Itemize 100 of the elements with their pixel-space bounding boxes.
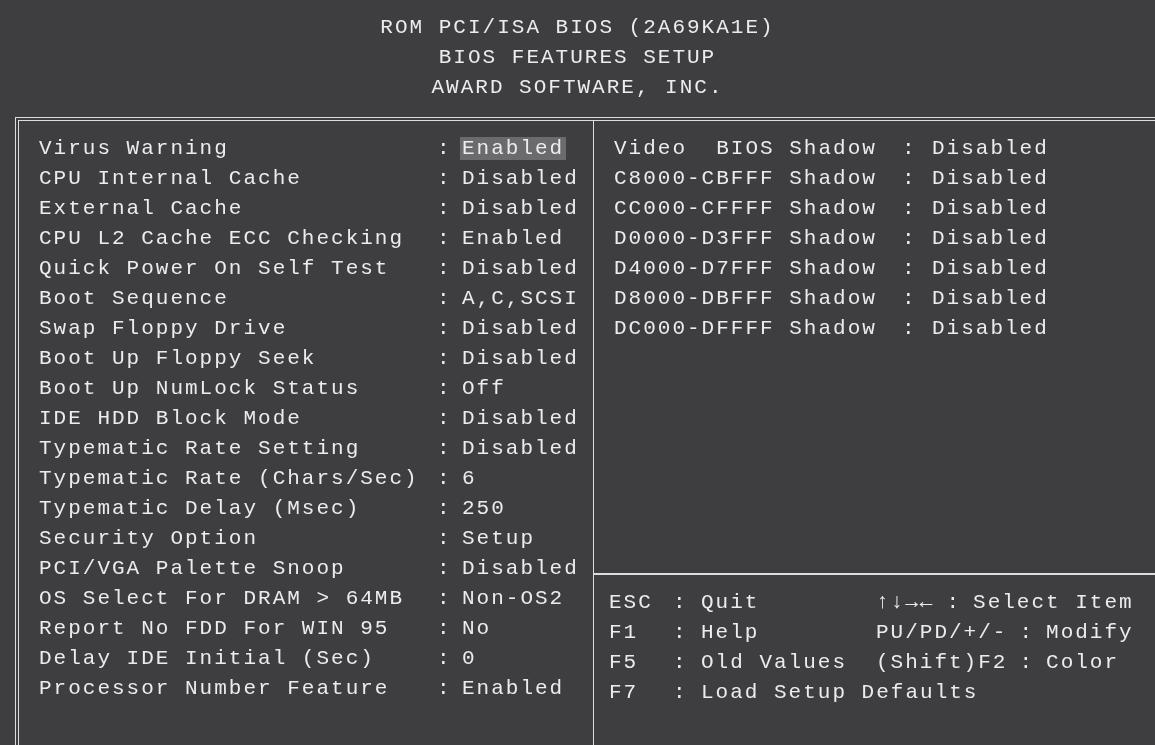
setting-value[interactable]: A,C,SCSI — [460, 286, 581, 310]
separator: : — [673, 650, 689, 674]
setting-value[interactable]: Disabled — [930, 286, 1051, 310]
setting-label: Processor Number Feature — [39, 676, 391, 700]
setting-value[interactable]: Disabled — [930, 196, 1051, 220]
separator: : — [902, 316, 918, 340]
setting-label: CPU Internal Cache — [39, 166, 303, 190]
separator: : — [673, 620, 689, 644]
setting-label: IDE HDD Block Mode — [39, 406, 303, 430]
setting-value[interactable]: Enabled — [460, 136, 567, 160]
separator: : — [902, 286, 918, 310]
help-text: Select Item — [973, 590, 1134, 614]
help-text: Quit — [701, 590, 761, 614]
setting-value[interactable]: Disabled — [930, 166, 1051, 190]
key-label: PU/PD/+/- — [876, 620, 1008, 644]
setting-value[interactable]: No — [460, 616, 494, 640]
setting-value[interactable]: 6 — [460, 466, 479, 490]
separator: : — [673, 590, 689, 614]
setting-value[interactable]: Off — [460, 376, 508, 400]
setting-value[interactable]: Disabled — [460, 556, 581, 580]
help-text: Color — [1046, 650, 1120, 674]
setting-label: D4000-D7FFF Shadow — [614, 256, 878, 280]
separator: : — [437, 526, 453, 550]
key-label: F1 — [609, 620, 640, 644]
key-label: (Shift)F2 — [876, 650, 1008, 674]
setting-label: Boot Up Floppy Seek — [39, 346, 318, 370]
setting-label: C8000-CBFFF Shadow — [614, 166, 878, 190]
setting-label: PCI/VGA Palette Snoop — [39, 556, 347, 580]
separator: : — [437, 466, 453, 490]
setting-label: Video BIOS Shadow — [614, 136, 878, 160]
setting-value[interactable]: 250 — [460, 496, 508, 520]
separator: : — [437, 286, 453, 310]
setting-value[interactable]: Non-OS2 — [460, 586, 567, 610]
separator: : — [437, 196, 453, 220]
setting-value[interactable]: Disabled — [930, 136, 1051, 160]
setting-label: Virus Warning — [39, 136, 230, 160]
setting-label: D8000-DBFFF Shadow — [614, 286, 878, 310]
help-text: Old Values — [701, 650, 849, 674]
key-label: ↑↓→← — [876, 590, 935, 614]
setting-label: Typematic Rate Setting — [39, 436, 362, 460]
setting-value[interactable]: Disabled — [460, 436, 581, 460]
separator: : — [437, 496, 453, 520]
setting-label: CPU L2 Cache ECC Checking — [39, 226, 406, 250]
setting-label: Security Option — [39, 526, 260, 550]
separator: : — [437, 436, 453, 460]
setting-value[interactable]: Setup — [460, 526, 537, 550]
setting-label: External Cache — [39, 196, 245, 220]
help-text: Load Setup Defaults — [701, 680, 979, 704]
setting-label: OS Select For DRAM > 64MB — [39, 586, 406, 610]
separator: : — [437, 316, 453, 340]
separator: : — [437, 616, 453, 640]
separator: : — [437, 226, 453, 250]
setting-label: Delay IDE Initial (Sec) — [39, 646, 376, 670]
separator: : — [902, 166, 918, 190]
setting-value[interactable]: Disabled — [460, 196, 581, 220]
setting-value[interactable]: Enabled — [460, 676, 567, 700]
setting-value[interactable]: Disabled — [460, 346, 581, 370]
setting-value[interactable]: Disabled — [930, 226, 1051, 250]
setting-label: Boot Up NumLock Status — [39, 376, 362, 400]
setting-value[interactable]: Disabled — [460, 406, 581, 430]
separator: : — [437, 676, 453, 700]
header-text: AWARD SOFTWARE, INC. — [431, 75, 724, 101]
key-label: F5 — [609, 650, 640, 674]
setting-label: CC000-CFFFF Shadow — [614, 196, 878, 220]
setting-value[interactable]: 0 — [460, 646, 479, 670]
setting-label: Typematic Rate (Chars/Sec) — [39, 466, 420, 490]
separator: : — [437, 646, 453, 670]
separator: : — [902, 256, 918, 280]
separator: : — [902, 226, 918, 250]
setting-label: Boot Sequence — [39, 286, 230, 310]
separator: : — [437, 166, 453, 190]
setting-label: Swap Floppy Drive — [39, 316, 289, 340]
key-label: ESC — [609, 590, 654, 614]
separator: : — [437, 346, 453, 370]
key-label: F7 — [609, 680, 640, 704]
header-text: BIOS FEATURES SETUP — [438, 45, 717, 71]
setting-label: Report No FDD For WIN 95 — [39, 616, 391, 640]
help-text: Modify — [1046, 620, 1134, 644]
separator: : — [946, 590, 962, 614]
separator: : — [437, 256, 453, 280]
separator: : — [902, 196, 918, 220]
setting-value[interactable]: Disabled — [460, 316, 581, 340]
separator: : — [437, 406, 453, 430]
separator: : — [437, 376, 453, 400]
help-text: Help — [701, 620, 761, 644]
separator: : — [673, 680, 689, 704]
setting-value[interactable]: Disabled — [460, 166, 581, 190]
setting-value[interactable]: Disabled — [930, 316, 1051, 340]
separator: : — [902, 136, 918, 160]
separator: : — [1019, 650, 1035, 674]
separator: : — [437, 136, 453, 160]
separator: : — [437, 586, 453, 610]
setting-value[interactable]: Enabled — [460, 226, 567, 250]
separator: : — [1019, 620, 1035, 644]
setting-value[interactable]: Disabled — [460, 256, 581, 280]
header-text: ROM PCI/ISA BIOS (2A69KA1E) — [380, 15, 775, 41]
setting-label: Typematic Delay (Msec) — [39, 496, 362, 520]
setting-value[interactable]: Disabled — [930, 256, 1051, 280]
setting-label: Quick Power On Self Test — [39, 256, 391, 280]
setting-label: DC000-DFFFF Shadow — [614, 316, 878, 340]
